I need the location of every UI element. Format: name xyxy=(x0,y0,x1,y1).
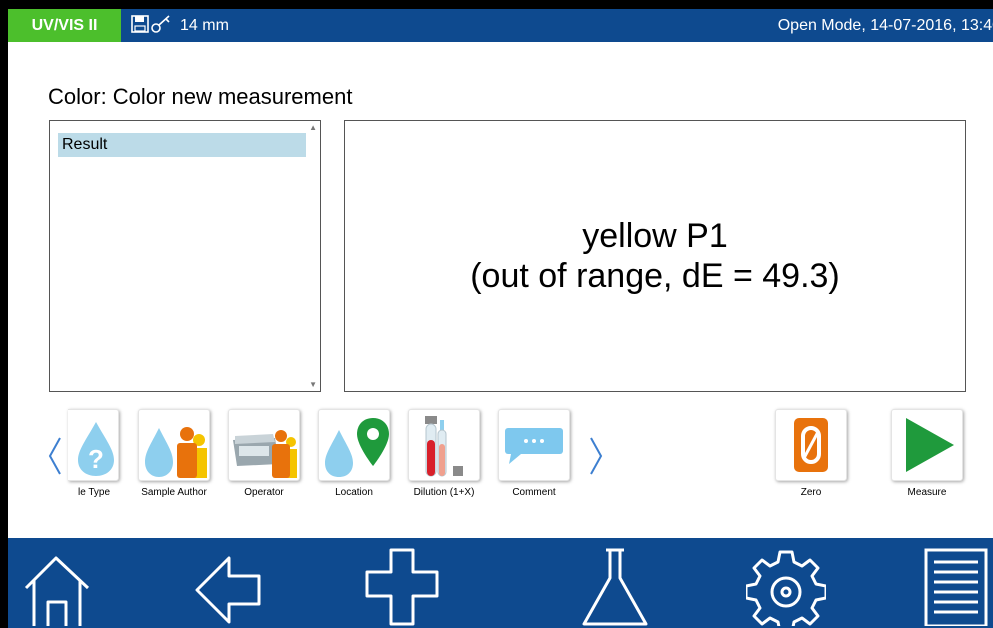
tool-label: le Type xyxy=(77,487,111,498)
tool-comment[interactable]: Comment xyxy=(498,409,570,498)
measure-button[interactable]: Measure xyxy=(891,409,963,498)
tool-sample-author[interactable]: Sample Author xyxy=(138,409,210,498)
sample-type-icon: ? xyxy=(68,409,119,481)
result-text: yellow P1 (out of range, dE = 49.3) xyxy=(345,216,965,296)
tool-label: Sample Author xyxy=(141,487,207,498)
play-icon xyxy=(891,409,963,481)
measure-label: Measure xyxy=(907,487,947,498)
save-icon[interactable] xyxy=(131,15,149,33)
key-icon[interactable] xyxy=(150,14,172,34)
tool-label: Comment xyxy=(512,487,556,498)
list-item-result[interactable]: Result xyxy=(58,133,306,157)
zero-button[interactable]: Zero xyxy=(775,409,847,498)
zero-icon xyxy=(775,409,847,481)
mode-datetime-status: Open Mode, 14-07-2016, 13:40 xyxy=(777,17,993,34)
scroll-right-chevron-icon[interactable] xyxy=(588,436,604,476)
dilution-icon xyxy=(408,409,480,481)
result-color-name: yellow P1 xyxy=(582,217,728,255)
svg-text:?: ? xyxy=(88,444,104,474)
cuvette-path-length: 14 mm xyxy=(180,17,229,34)
tool-operator[interactable]: Operator xyxy=(228,409,300,498)
instrument-badge[interactable]: UV/VIS II xyxy=(8,9,121,42)
tool-label: Location xyxy=(335,487,373,498)
plus-icon[interactable] xyxy=(363,546,443,626)
home-icon[interactable] xyxy=(18,546,98,626)
comment-icon xyxy=(498,409,570,481)
scroll-up-arrow-icon[interactable]: ▲ xyxy=(309,123,317,132)
scroll-left-chevron-icon[interactable] xyxy=(47,436,63,476)
tool-label: Operator xyxy=(244,487,284,498)
scroll-down-arrow-icon[interactable]: ▼ xyxy=(309,380,317,389)
tool-dilution[interactable]: Dilution (1+X) xyxy=(408,409,480,498)
menu-list-icon[interactable] xyxy=(920,546,990,626)
zero-label: Zero xyxy=(800,487,822,498)
back-arrow-icon[interactable] xyxy=(191,546,271,626)
bottom-nav-bar xyxy=(8,538,993,628)
result-list[interactable]: Result ▲ ▼ xyxy=(49,120,321,392)
tool-label: Dilution (1+X) xyxy=(413,487,475,498)
operator-icon xyxy=(228,409,300,481)
top-status-bar: UV/VIS II 14 mm Open Mode, 14-07-2016, 1… xyxy=(8,9,993,42)
tool-location[interactable]: Location xyxy=(318,409,390,498)
settings-gear-icon[interactable] xyxy=(746,546,826,626)
location-icon xyxy=(318,409,390,481)
flask-icon[interactable] xyxy=(576,546,656,626)
sample-author-icon xyxy=(138,409,210,481)
instrument-screen: UV/VIS II 14 mm Open Mode, 14-07-2016, 1… xyxy=(8,9,993,628)
result-display-panel: yellow P1 (out of range, dE = 49.3) xyxy=(344,120,966,392)
result-range-info: (out of range, dE = 49.3) xyxy=(470,257,840,295)
tool-sample-type[interactable]: ? le Type xyxy=(68,409,120,498)
page-title: Color: Color new measurement xyxy=(48,84,353,109)
